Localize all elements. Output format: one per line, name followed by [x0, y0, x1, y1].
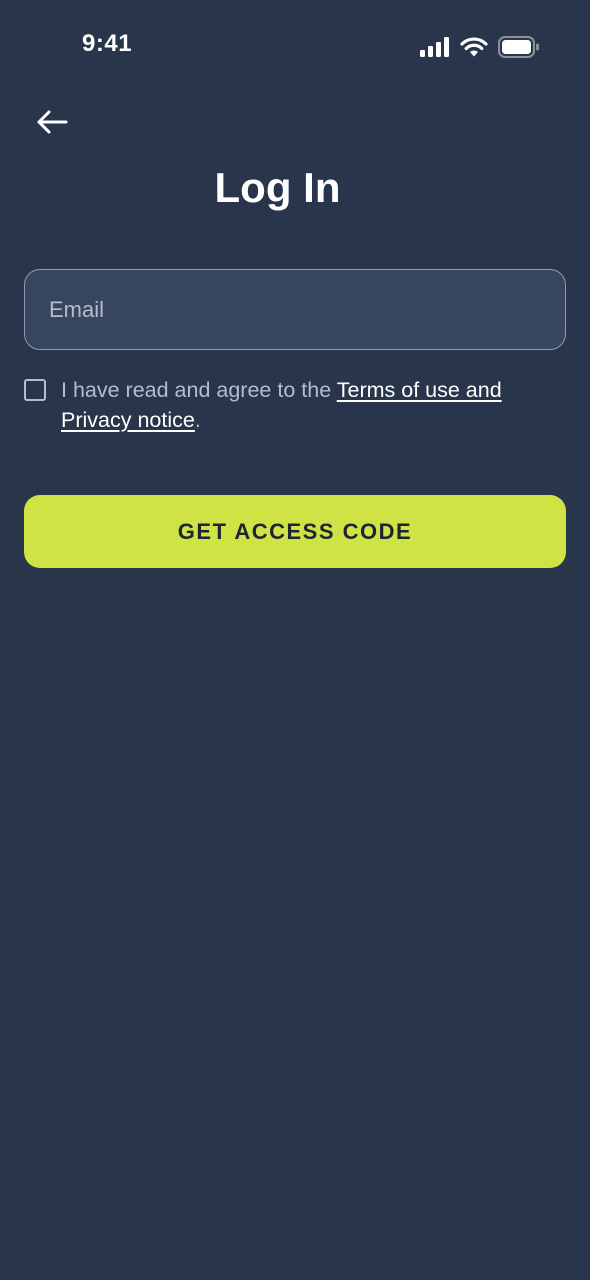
arrow-left-icon	[35, 109, 69, 140]
page-title: Log In	[214, 164, 341, 211]
wifi-icon	[460, 37, 488, 57]
status-icons	[420, 36, 540, 58]
privacy-link[interactable]: Privacy notice	[61, 408, 195, 432]
agreement-text-before: I have read and agree to the	[61, 378, 337, 402]
get-access-code-button[interactable]: GET ACCESS CODE	[24, 495, 566, 568]
status-bar: 9:41	[0, 0, 590, 95]
cellular-signal-icon	[420, 37, 450, 57]
battery-icon	[498, 36, 540, 58]
back-button[interactable]	[30, 104, 74, 144]
terms-link[interactable]: Terms of use and	[337, 378, 502, 402]
terms-checkbox[interactable]	[24, 379, 46, 401]
agreement-text: I have read and agree to the Terms of us…	[61, 375, 556, 435]
status-time: 9:41	[82, 30, 133, 57]
terms-agreement: I have read and agree to the Terms of us…	[24, 375, 566, 435]
email-field[interactable]	[24, 269, 566, 350]
agreement-text-after: .	[194, 408, 201, 432]
